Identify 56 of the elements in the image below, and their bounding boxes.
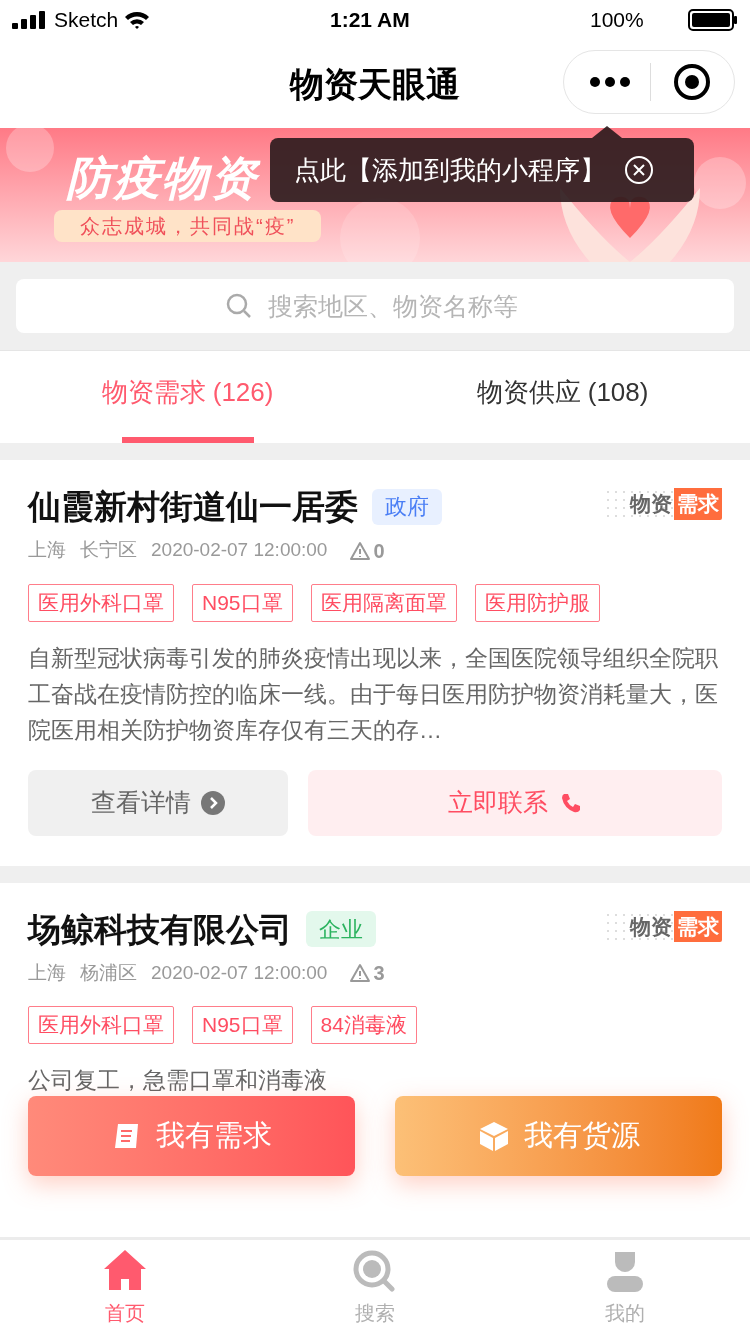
target-icon[interactable]	[673, 63, 711, 101]
bottom-tab[interactable]: 搜索	[250, 1240, 500, 1335]
battery-icon	[688, 9, 738, 31]
card-description: 自新型冠状病毒引发的肺炎疫情出现以来，全国医院领导组织全院职工奋战在疫情防控的临床一线。由于每日医用防护物资消耗量大，医院医用相关防护物资库存仅有三天的存…	[28, 643, 719, 745]
report-count: 0	[373, 538, 385, 564]
district: 杨浦区	[80, 960, 137, 985]
post-time: 2020-02-07 12:00:00	[151, 960, 328, 985]
search-field[interactable]: 搜索地区、物资名称等	[16, 279, 734, 333]
tab[interactable]: 物资需求 (126)	[0, 351, 375, 443]
material-tag: N95口罩	[192, 1006, 293, 1044]
home-icon	[103, 1250, 147, 1292]
material-tag: N95口罩	[192, 583, 293, 622]
signal-icon	[12, 11, 46, 29]
material-tag: 医用防护服	[474, 583, 600, 622]
card-description: 公司复工，急需口罩和消毒液	[28, 1066, 328, 1095]
material-tag: 84消毒液	[310, 1006, 417, 1044]
more-icon[interactable]	[590, 77, 630, 87]
battery-level: 100%	[590, 7, 644, 34]
post-supply-button[interactable]: 我有货源	[395, 1096, 722, 1176]
wifi-icon	[124, 10, 151, 30]
search-icon	[226, 293, 252, 319]
box-icon	[477, 1120, 510, 1152]
close-icon[interactable]	[624, 155, 654, 185]
phone-icon	[560, 791, 582, 814]
post-time: 2020-02-07 12:00:00	[151, 538, 328, 563]
category-badge: 需求	[674, 488, 722, 520]
category-label: 物资	[630, 913, 672, 940]
page-title: 物资天眼通	[290, 63, 460, 105]
details-button[interactable]: 查看详情	[28, 769, 288, 836]
org-type-tag: 企业	[306, 911, 376, 948]
report-count: 3	[373, 961, 385, 986]
district: 长宁区	[80, 538, 137, 563]
category-badge: 需求	[674, 910, 722, 942]
post-demand-button[interactable]: 我有需求	[28, 1096, 355, 1176]
carrier-name: Sketch	[54, 7, 119, 34]
org-type-tag: 政府	[372, 488, 442, 525]
bottom-tab[interactable]: 我的	[500, 1240, 750, 1335]
warning-icon	[349, 963, 372, 983]
warning-icon	[349, 540, 372, 561]
card-title: 场鲸科技有限公司	[28, 909, 292, 950]
tab[interactable]: 物资供应 (108)	[375, 351, 750, 443]
card-title: 仙霞新村街道仙一居委	[28, 487, 358, 527]
material-tag: 医用外科口罩	[28, 583, 174, 622]
chevron-right-icon	[201, 790, 225, 815]
material-tag: 医用外科口罩	[28, 1006, 174, 1044]
clock: 1:21 AM	[330, 7, 410, 34]
banner-slogan: 众志成城，共同战“疫”	[54, 210, 322, 242]
material-tag: 医用隔离面罩	[310, 583, 457, 622]
person-icon	[605, 1250, 645, 1292]
city: 上海	[28, 538, 66, 563]
search-icon	[353, 1250, 397, 1292]
category-label: 物资	[630, 491, 672, 517]
city: 上海	[28, 960, 66, 985]
contact-button[interactable]: 立即联系	[308, 769, 722, 836]
bottom-tab[interactable]: 首页	[0, 1240, 250, 1335]
tooltip-text: 点此【添加到我的小程序】	[294, 153, 606, 187]
